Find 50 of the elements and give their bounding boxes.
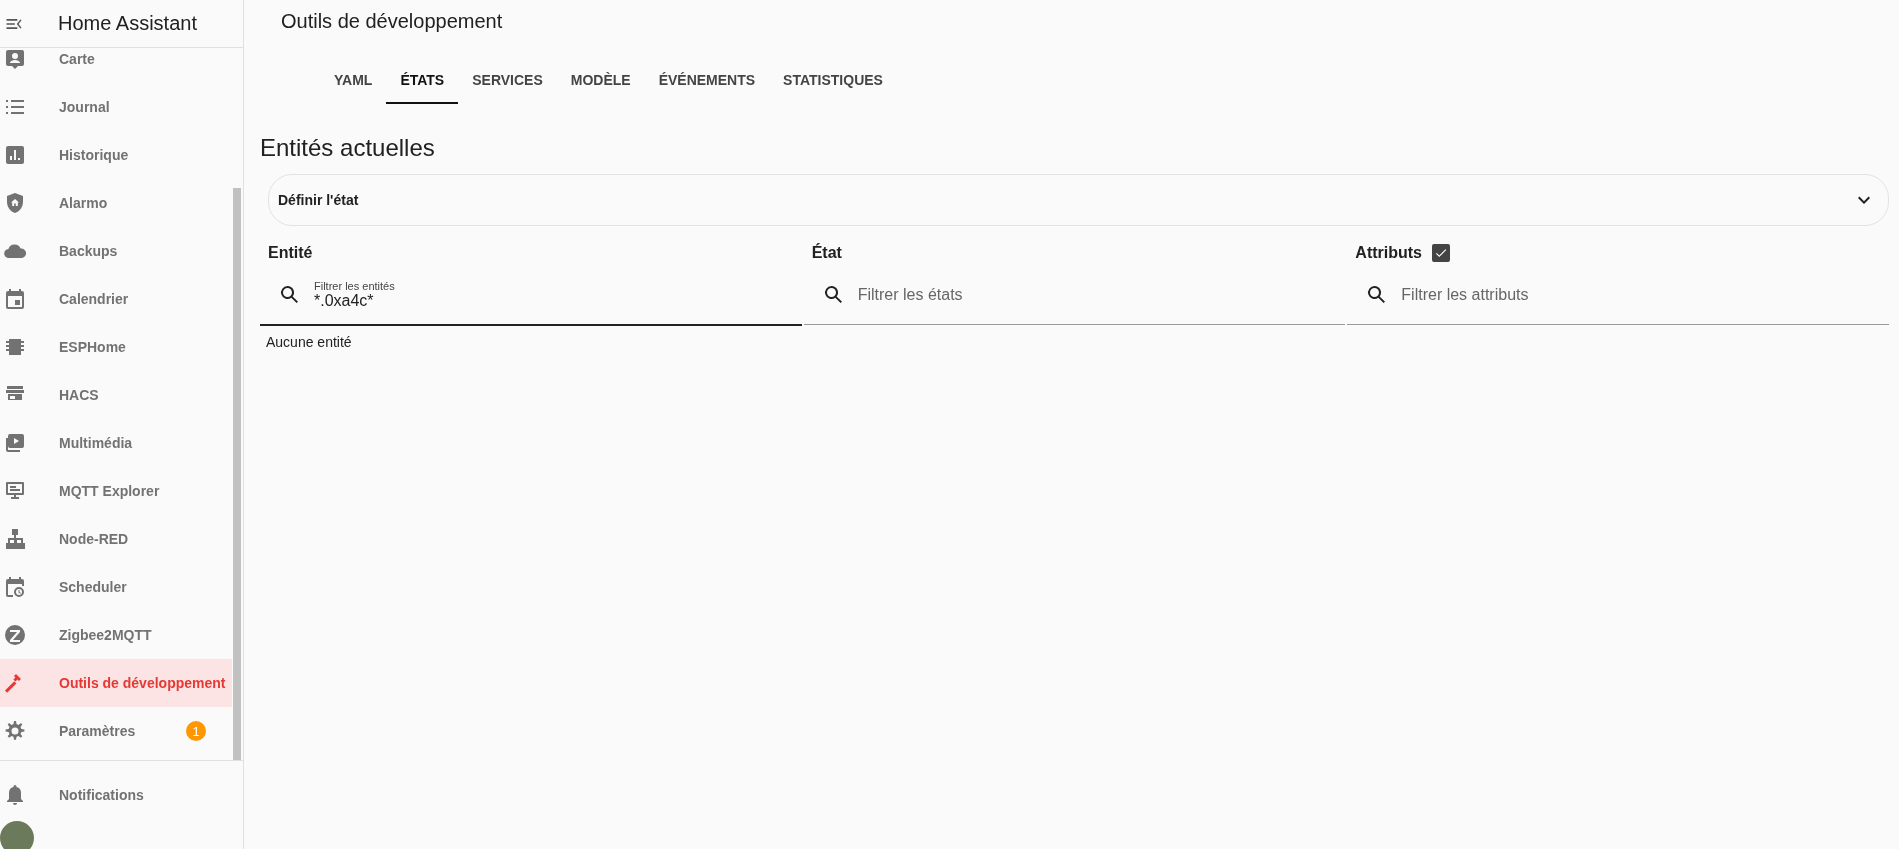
check-icon bbox=[1434, 246, 1448, 260]
filter-input[interactable]: Filtrer les états bbox=[857, 286, 1346, 304]
column-header: Attributs bbox=[1355, 244, 1422, 262]
sidebar-item[interactable]: Carte bbox=[0, 48, 232, 83]
map-marker-person-icon bbox=[3, 48, 27, 71]
column-header: État bbox=[811, 244, 842, 262]
sidebar-item[interactable]: Outils de développement bbox=[0, 659, 232, 707]
tab[interactable]: ÉVÉNEMENTS bbox=[644, 58, 770, 104]
tab[interactable]: ÉTATS bbox=[386, 58, 459, 104]
calendar-clock-icon bbox=[3, 575, 27, 599]
tab[interactable]: MODÈLE bbox=[556, 58, 645, 104]
app-title: Home Assistant bbox=[58, 12, 197, 35]
field-label: Filtrer les entités bbox=[314, 280, 396, 292]
bar-chart-icon bbox=[3, 143, 27, 167]
sidebar-item[interactable]: Paramètres 1 bbox=[0, 707, 232, 755]
sidebar-item[interactable]: ESPHome bbox=[0, 323, 232, 371]
sidebar-item[interactable]: Alarmo bbox=[0, 179, 232, 227]
sidebar-item[interactable]: Notifications bbox=[0, 771, 232, 819]
tab[interactable]: STATISTIQUES bbox=[769, 58, 897, 104]
avatar[interactable] bbox=[0, 821, 34, 849]
sitemap-icon bbox=[3, 527, 27, 551]
sidebar-item[interactable]: Backups bbox=[0, 227, 232, 275]
sidebar-item[interactable]: Zigbee2MQTT bbox=[0, 611, 232, 659]
sidebar-item[interactable]: MQTT Explorer bbox=[0, 467, 232, 515]
filter-field[interactable]: Filtrer les attributs bbox=[1347, 266, 1889, 325]
sidebar-item[interactable]: Calendrier bbox=[0, 275, 232, 323]
sidebar-item[interactable]: Scheduler bbox=[0, 563, 232, 611]
settings-icon bbox=[3, 719, 27, 743]
section-heading: Entités actuelles bbox=[260, 134, 436, 162]
sidebar-item[interactable]: Historique bbox=[0, 131, 232, 179]
calendar-icon bbox=[3, 287, 27, 311]
play-box-icon bbox=[3, 431, 27, 455]
tab[interactable]: SERVICES bbox=[458, 58, 557, 104]
sidebar-item[interactable]: Multimédia bbox=[0, 419, 232, 467]
notification-badge: 1 bbox=[186, 721, 206, 741]
column-header: Entité bbox=[268, 244, 313, 262]
tab[interactable]: YAML bbox=[320, 58, 387, 104]
filter-input[interactable]: Filtrer les attributs bbox=[1401, 286, 1889, 304]
sidebar-item[interactable]: Node-RED bbox=[0, 515, 232, 563]
filter-input[interactable]: *.0xa4c* bbox=[314, 292, 802, 310]
empty-message: Aucune entité bbox=[265, 333, 353, 352]
scrollbar[interactable] bbox=[233, 188, 241, 760]
sidebar-item[interactable]: Journal bbox=[0, 83, 232, 131]
sidebar-item[interactable]: HACS bbox=[0, 371, 232, 419]
filter-field[interactable]: Filtrer les entités *.0xa4c* bbox=[260, 266, 802, 326]
filter-field[interactable]: Filtrer les états bbox=[803, 266, 1346, 325]
checkbox[interactable] bbox=[1432, 244, 1450, 262]
page-title: Outils de développement bbox=[280, 9, 504, 34]
set-state-expander[interactable]: Définir l'état bbox=[268, 174, 1889, 226]
circle-z-icon bbox=[3, 623, 27, 647]
